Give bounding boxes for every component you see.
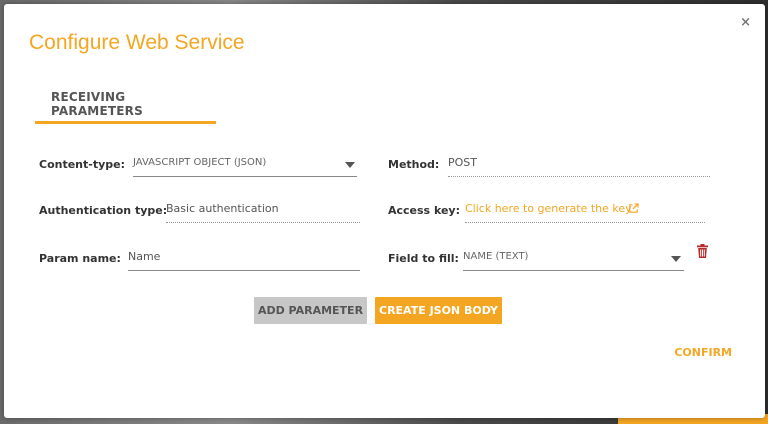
access-key-label: Access key: bbox=[388, 204, 460, 217]
field-to-fill-select[interactable]: NAME (TEXT) bbox=[463, 248, 684, 271]
param-name-label: Param name: bbox=[39, 252, 121, 265]
content-type-select[interactable]: JAVASCRIPT OBJECT (JSON) bbox=[133, 154, 357, 177]
trash-icon[interactable] bbox=[697, 244, 708, 258]
field-to-fill-value: NAME (TEXT) bbox=[463, 251, 529, 262]
external-link-icon[interactable] bbox=[628, 203, 639, 214]
add-parameter-button[interactable]: ADD PARAMETER bbox=[254, 297, 367, 324]
tab-label: RECEIVING PARAMETERS bbox=[51, 90, 143, 118]
method-value: POST bbox=[448, 156, 477, 169]
generate-key-link[interactable]: Click here to generate the key bbox=[465, 202, 632, 215]
chevron-down-icon[interactable] bbox=[671, 256, 681, 262]
chevron-down-icon[interactable] bbox=[345, 162, 355, 168]
content-type-label: Content-type: bbox=[39, 158, 125, 171]
param-name-value: Name bbox=[128, 250, 161, 263]
dialog-title: Configure Web Service bbox=[29, 31, 245, 54]
method-field[interactable]: POST bbox=[448, 154, 710, 177]
param-name-input[interactable]: Name bbox=[128, 248, 360, 271]
authentication-type-value: Basic authentication bbox=[166, 202, 279, 215]
authentication-type-label: Authentication type: bbox=[39, 204, 168, 217]
field-to-fill-label: Field to fill: bbox=[388, 252, 459, 265]
content-type-value: JAVASCRIPT OBJECT (JSON) bbox=[133, 157, 267, 168]
method-label: Method: bbox=[388, 158, 440, 171]
authentication-type-field[interactable]: Basic authentication bbox=[166, 200, 360, 223]
access-key-field: Click here to generate the key bbox=[465, 200, 705, 223]
close-icon[interactable]: × bbox=[740, 16, 751, 29]
configure-web-service-dialog: × Configure Web Service RECEIVING PARAME… bbox=[4, 4, 765, 418]
tab-receiving-parameters[interactable]: RECEIVING PARAMETERS bbox=[35, 86, 216, 124]
create-json-body-button[interactable]: CREATE JSON BODY bbox=[375, 297, 502, 324]
confirm-button[interactable]: CONFIRM bbox=[674, 346, 732, 359]
